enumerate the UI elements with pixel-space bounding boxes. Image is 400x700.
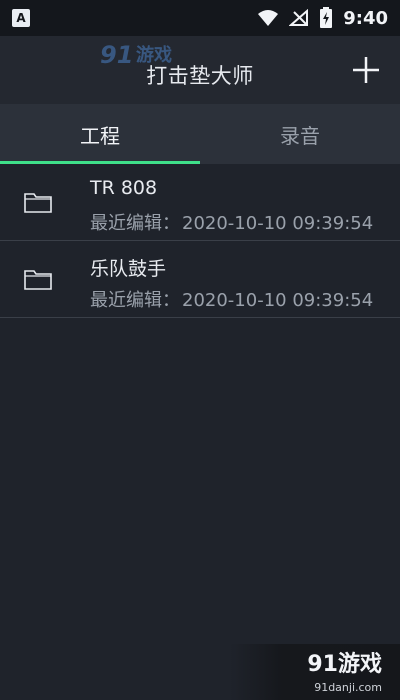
status-right: 9:40 (257, 7, 388, 29)
watermark-url: 91danji.com (314, 681, 382, 694)
tab-bar: 工程 录音 (0, 104, 400, 164)
watermark-brand: 91游戏 (307, 652, 382, 677)
tab-projects[interactable]: 工程 (0, 104, 200, 164)
project-title: TR 808 (90, 177, 158, 199)
project-modified: 最近编辑： 2020-10-10 09:39:54 (90, 286, 373, 312)
modified-label: 最近编辑： (90, 290, 180, 311)
battery-charging-icon (319, 7, 333, 29)
project-list: TR 808 最近编辑： 2020-10-10 09:39:54 乐队鼓手 最近编… (0, 164, 400, 318)
wifi-icon (257, 9, 279, 27)
status-bar: A 9:40 (0, 0, 400, 36)
modified-time: 2020-10-10 09:39:54 (182, 290, 374, 311)
tab-recordings[interactable]: 录音 (200, 104, 400, 164)
modified-time: 2020-10-10 09:39:54 (182, 213, 374, 234)
status-left: A (12, 9, 30, 27)
app-title: 打击垫大师 (146, 64, 254, 88)
list-item[interactable]: TR 808 最近编辑： 2020-10-10 09:39:54 (0, 164, 400, 241)
modified-label: 最近编辑： (90, 213, 180, 234)
project-modified: 最近编辑： 2020-10-10 09:39:54 (90, 209, 373, 235)
notification-a-icon: A (12, 9, 30, 27)
add-project-button[interactable] (350, 54, 382, 86)
app-bar: 91 游戏 打击垫大师 (0, 36, 400, 104)
watermark-bottom: 91游戏 91danji.com (230, 644, 400, 700)
list-item[interactable]: 乐队鼓手 最近编辑： 2020-10-10 09:39:54 (0, 241, 400, 318)
folder-icon (24, 193, 52, 213)
plus-icon (353, 57, 379, 83)
status-time: 9:40 (343, 7, 388, 29)
project-title: 乐队鼓手 (90, 258, 167, 280)
signal-off-icon (289, 9, 309, 27)
folder-icon (24, 270, 52, 290)
